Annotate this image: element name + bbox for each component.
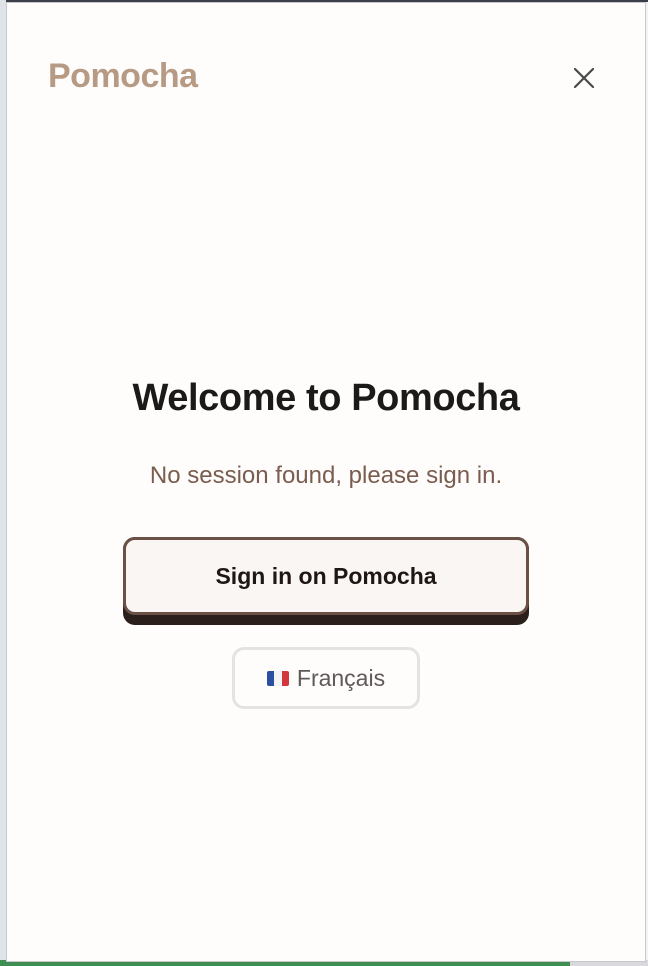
welcome-title: Welcome to Pomocha [132, 377, 520, 419]
session-message: No session found, please sign in. [149, 462, 503, 489]
close-button[interactable] [569, 63, 599, 93]
signin-button-wrapper: Sign in on Pomocha [123, 537, 529, 625]
extension-popup: Pomocha Welcome to Pomocha No session fo… [6, 2, 646, 962]
language-label: Français [296, 664, 386, 691]
brand-logo-text: Pomocha [48, 57, 198, 95]
close-icon [573, 67, 595, 89]
france-flag-icon [266, 670, 289, 686]
signin-button[interactable]: Sign in on Pomocha [123, 537, 529, 615]
welcome-section: Welcome to Pomocha No session found, ple… [7, 375, 645, 709]
language-selector-button[interactable]: Français [232, 647, 420, 709]
